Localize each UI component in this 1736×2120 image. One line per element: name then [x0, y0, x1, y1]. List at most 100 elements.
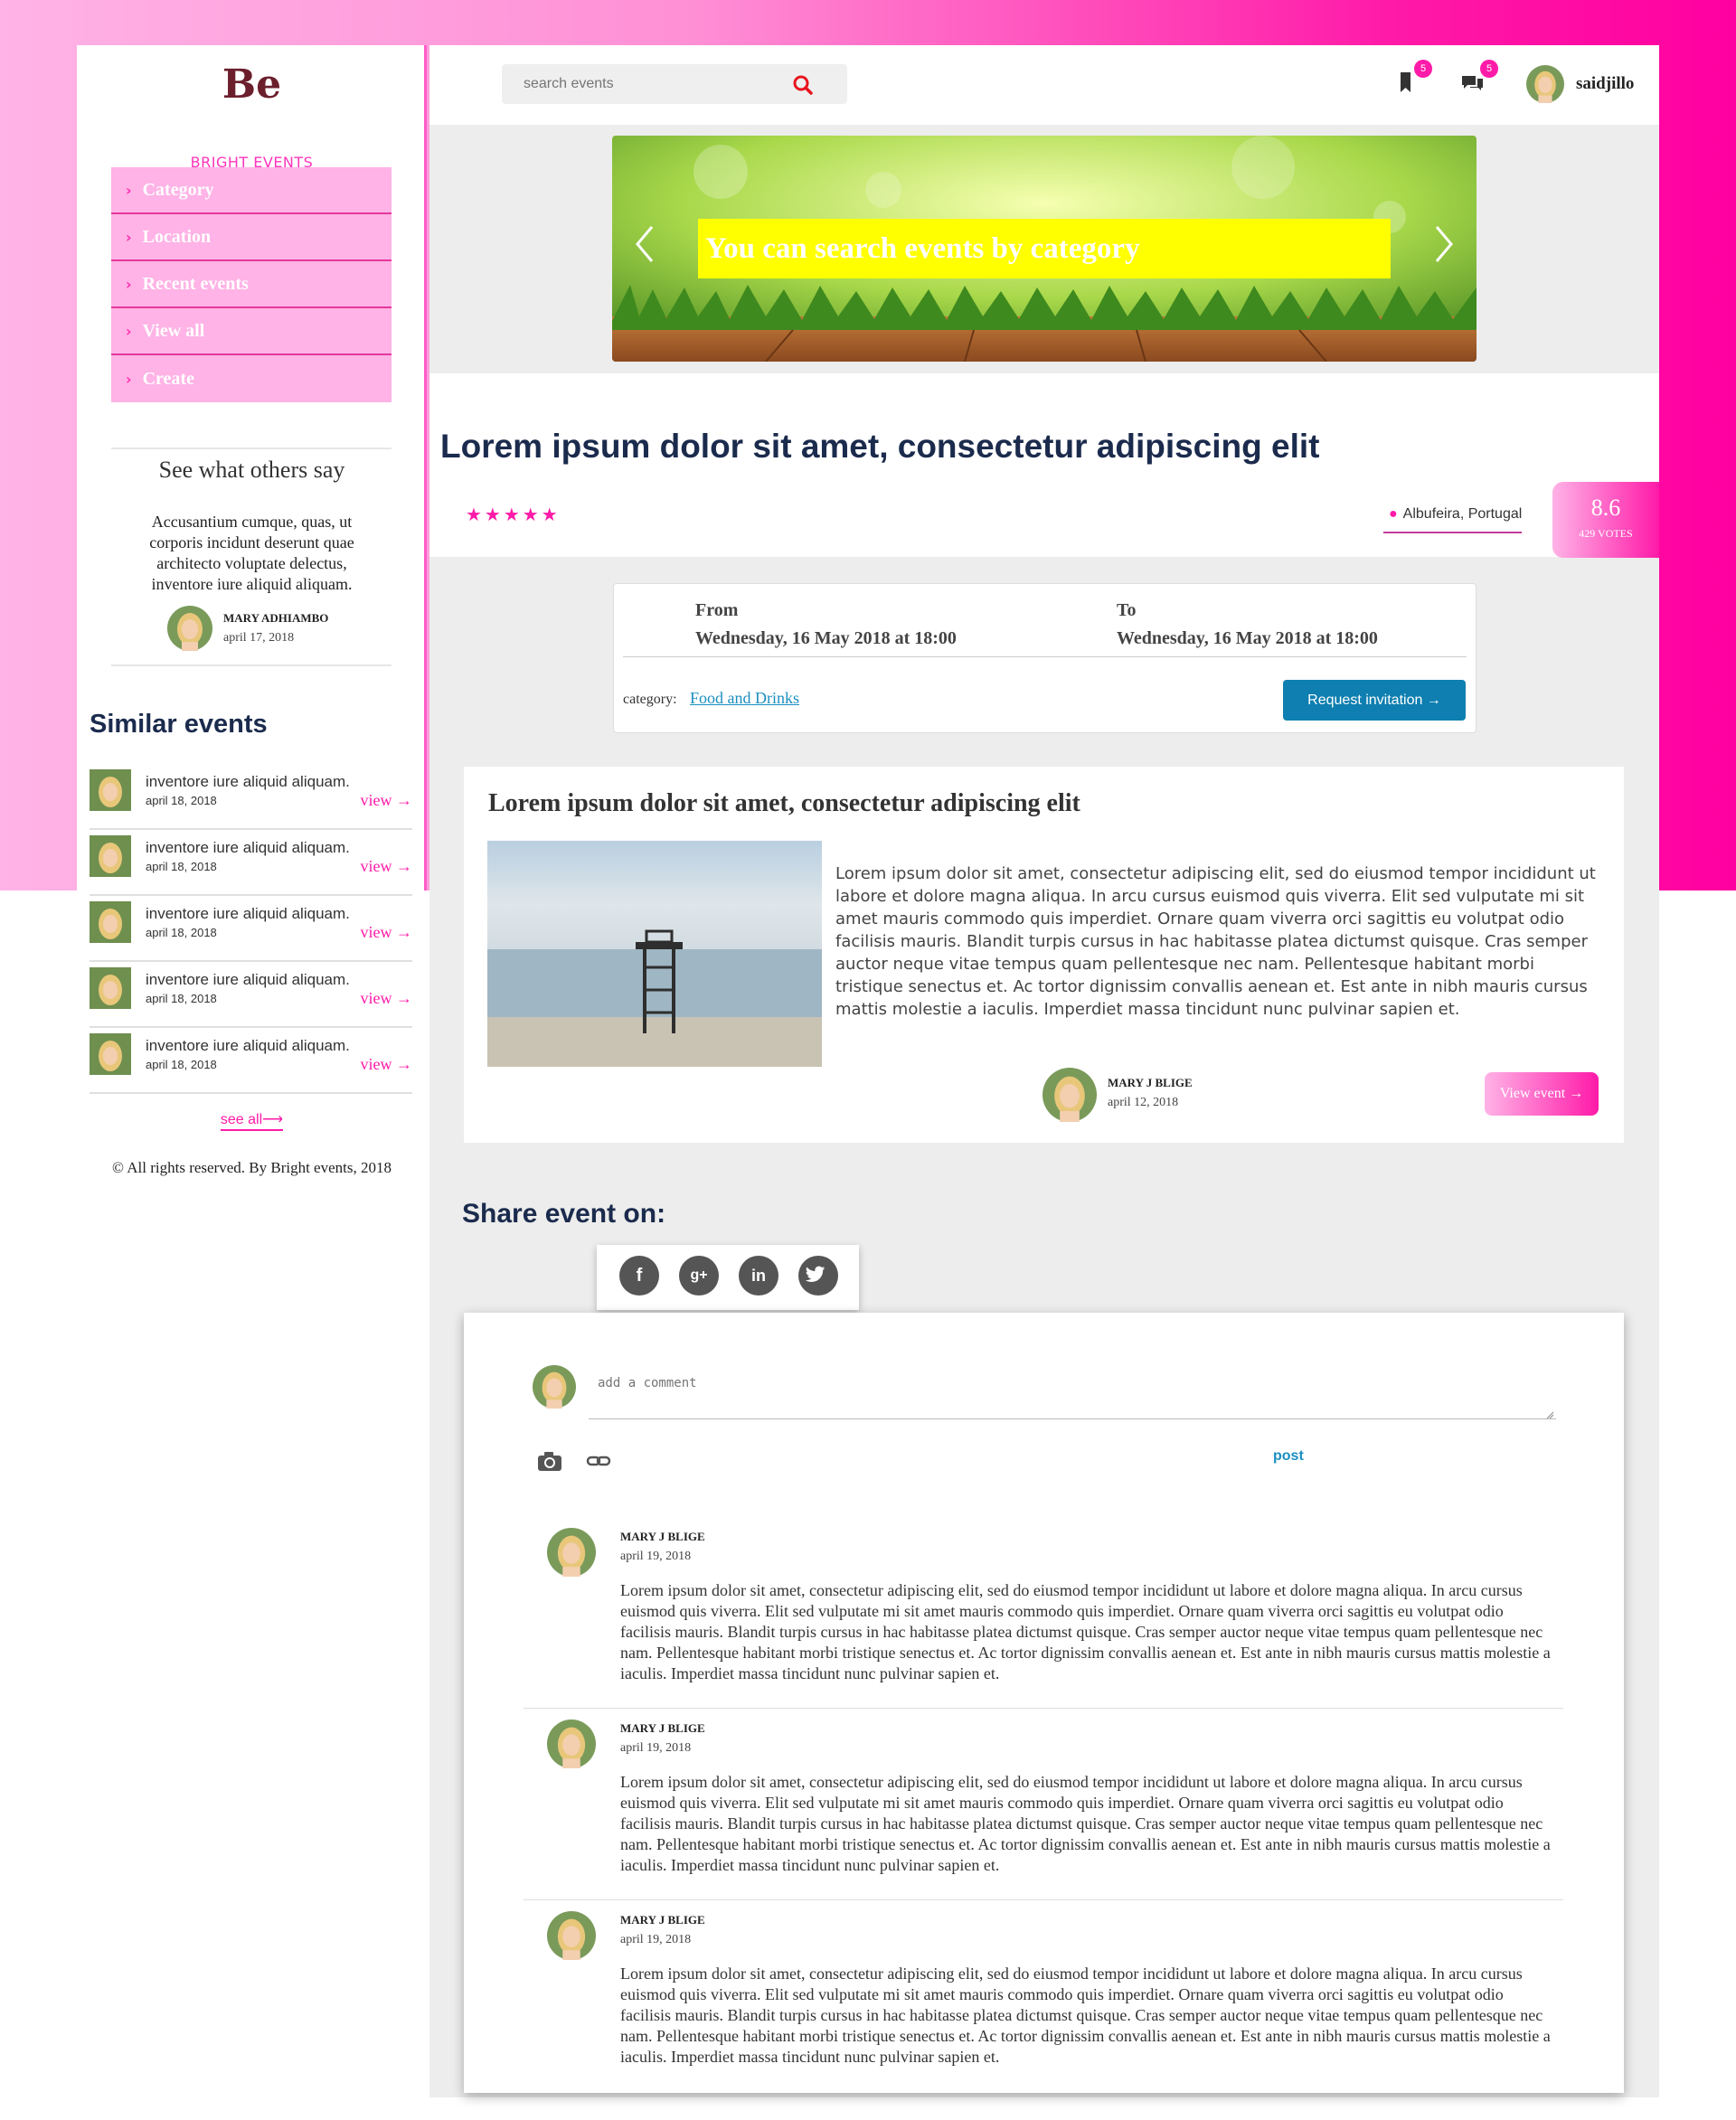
- divider: [111, 664, 392, 666]
- from-block: From Wednesday, 16 May 2018 at 18:00: [695, 600, 957, 649]
- sidebar-item-label: Category: [142, 179, 214, 200]
- similar-event-title: inventore iure aliquid aliquam.: [146, 773, 350, 790]
- facebook-icon[interactable]: f: [619, 1256, 659, 1296]
- event-description-card: Lorem ipsum dolor sit amet, consectetur …: [464, 767, 1624, 1143]
- logo-mark[interactable]: Be: [77, 61, 427, 108]
- sidebar: Be BRIGHT EVENTS › Category › Location › Re…: [77, 45, 427, 1176]
- camera-icon[interactable]: [536, 1448, 563, 1474]
- comment-text: Lorem ipsum dolor sit amet, consectetur …: [620, 1773, 1551, 1874]
- sidebar-item-location[interactable]: › Location: [111, 214, 392, 261]
- from-label: From: [695, 600, 739, 620]
- sidebar-item-label: View all: [142, 320, 205, 341]
- category-link[interactable]: Food and Drinks: [690, 689, 799, 708]
- testimonial-date: april 17, 2018: [223, 631, 295, 645]
- comment-text: Lorem ipsum dolor sit amet, consectetur …: [620, 1965, 1551, 2066]
- chevron-left-icon[interactable]: [630, 221, 657, 267]
- post-date: april 12, 2018: [1108, 1096, 1179, 1109]
- list-item: inventore iure aliquid aliquam. april 18…: [90, 830, 412, 896]
- event-location[interactable]: ● Albufeira, Portugal: [1383, 506, 1523, 533]
- event-thumbnail: [90, 769, 131, 811]
- chevron-right-icon: ›: [126, 275, 132, 293]
- view-link[interactable]: view →: [361, 791, 413, 810]
- category-label: category:: [623, 692, 677, 707]
- comment-date: april 19, 2018: [620, 1741, 692, 1755]
- sidebar-item-category[interactable]: › Category: [111, 167, 392, 214]
- description-title: Lorem ipsum dolor sit amet, consectetur …: [488, 789, 1080, 817]
- avatar: [547, 1720, 596, 1768]
- event-header: Lorem ipsum dolor sit amet, consectetur …: [429, 373, 1659, 558]
- linkedin-icon[interactable]: in: [739, 1256, 778, 1296]
- top-bar: 5 5 saidjillo: [429, 45, 1659, 125]
- sidebar-item-label: Create: [142, 368, 194, 389]
- sidebar-item-view-all[interactable]: › View all: [111, 308, 392, 355]
- avatar[interactable]: [1526, 65, 1564, 103]
- chevron-right-icon: ›: [126, 181, 132, 199]
- score-value: 8.6: [1590, 495, 1621, 521]
- main-content: 5 5 saidjillo: [429, 45, 1659, 2097]
- share-title: Share event on:: [462, 1199, 666, 1229]
- see-all-container: see all⟶: [77, 1110, 427, 1131]
- similar-event-date: april 18, 2018: [146, 794, 217, 807]
- to-block: To Wednesday, 16 May 2018 at 18:00: [1117, 600, 1378, 649]
- comment-date: april 19, 2018: [620, 1550, 692, 1563]
- similar-event-date: april 18, 2018: [146, 860, 217, 873]
- divider: [623, 656, 1467, 657]
- resize-handle-icon[interactable]: [1545, 1410, 1554, 1419]
- view-link[interactable]: view →: [361, 1055, 413, 1074]
- avatar: [547, 1528, 596, 1577]
- hero-caption: You can search events by category: [698, 219, 1391, 278]
- score-badge: 8.6 429 VOTES: [1552, 482, 1659, 558]
- event-thumbnail: [90, 1033, 131, 1075]
- similar-event-title: inventore iure aliquid aliquam.: [146, 1037, 350, 1054]
- comment-input[interactable]: [589, 1356, 1556, 1419]
- messages-button[interactable]: 5: [1458, 60, 1498, 96]
- event-thumbnail: [90, 901, 131, 943]
- divider: [111, 448, 392, 449]
- comment-item: MARY J BLIGE april 19, 2018 Lorem ipsum …: [524, 1517, 1563, 1709]
- copyright: © All rights reserved. By Bright events,…: [112, 1159, 392, 1176]
- testimonial-title: See what others say: [158, 457, 345, 483]
- search-input[interactable]: [502, 64, 791, 104]
- view-event-button[interactable]: View event →: [1485, 1072, 1599, 1116]
- google-plus-icon[interactable]: g+: [679, 1256, 719, 1296]
- comment-item: MARY J BLIGE april 19, 2018 Lorem ipsum …: [524, 1709, 1563, 1900]
- avatar: [1043, 1068, 1097, 1122]
- list-item: inventore iure aliquid aliquam. april 18…: [90, 896, 412, 962]
- similar-events-title: Similar events: [90, 710, 268, 739]
- post-button[interactable]: post: [1273, 1448, 1304, 1465]
- sidebar-item-create[interactable]: › Create: [111, 355, 392, 402]
- chevron-right-icon: ›: [126, 228, 132, 246]
- username[interactable]: saidjillo: [1576, 74, 1634, 94]
- comment-author: MARY J BLIGE: [620, 1913, 705, 1927]
- list-item: inventore iure aliquid aliquam. april 18…: [90, 962, 412, 1028]
- view-link[interactable]: view →: [361, 923, 413, 942]
- link-icon[interactable]: [585, 1448, 612, 1474]
- search-icon[interactable]: [791, 73, 815, 97]
- avatar: [533, 1365, 576, 1409]
- similar-event-title: inventore iure aliquid aliquam.: [146, 971, 350, 988]
- request-invitation-button[interactable]: Request invitation →: [1283, 680, 1466, 721]
- similar-event-title: inventore iure aliquid aliquam.: [146, 905, 350, 922]
- avatar: [167, 606, 212, 651]
- similar-event-date: april 18, 2018: [146, 926, 217, 939]
- bookmarks-button[interactable]: 5: [1392, 60, 1432, 96]
- similar-event-date: april 18, 2018: [146, 992, 217, 1005]
- see-all-link[interactable]: see all⟶: [220, 1112, 284, 1131]
- map-pin-icon: ●: [1389, 506, 1398, 522]
- location-text: Albufeira, Portugal: [1402, 506, 1523, 522]
- view-link[interactable]: view →: [361, 989, 413, 1008]
- comment-author: MARY J BLIGE: [620, 1721, 705, 1735]
- list-item: inventore iure aliquid aliquam. april 18…: [90, 1028, 412, 1094]
- sidebar-menu: › Category › Location › Recent events › View…: [111, 167, 392, 402]
- event-title: Lorem ipsum dolor sit amet, consectetur …: [440, 428, 1320, 465]
- event-thumbnail: [90, 835, 131, 877]
- search-bar: [502, 64, 847, 104]
- twitter-icon[interactable]: [798, 1256, 838, 1296]
- chevron-right-icon[interactable]: [1431, 221, 1458, 267]
- view-link[interactable]: view →: [361, 857, 413, 876]
- sidebar-item-recent-events[interactable]: › Recent events: [111, 261, 392, 308]
- description-body: Lorem ipsum dolor sit amet, consectetur …: [835, 864, 1596, 1019]
- to-value: Wednesday, 16 May 2018 at 18:00: [1117, 628, 1378, 648]
- event-thumbnail: [90, 967, 131, 1009]
- sidebar-item-label: Location: [142, 226, 212, 247]
